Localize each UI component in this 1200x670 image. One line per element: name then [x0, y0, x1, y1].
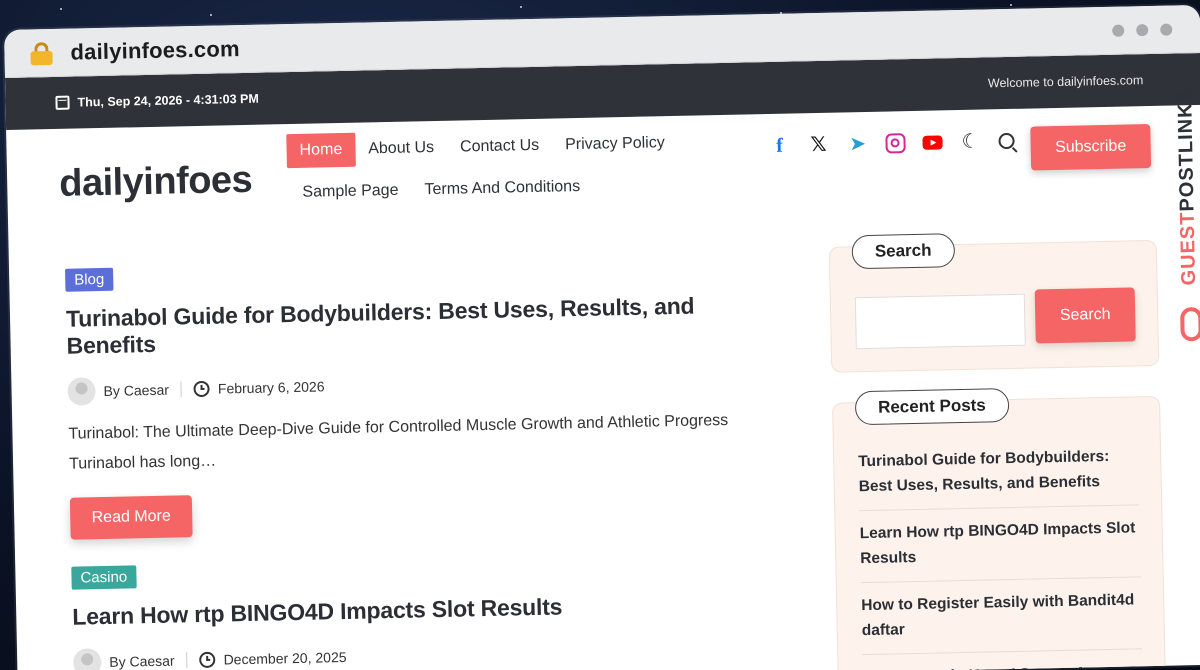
nav-contact-us[interactable]: Contact Us [447, 129, 553, 165]
recent-post-link[interactable]: Turinabol Guide for Bodybuilders: Best U… [857, 433, 1140, 512]
site-logo[interactable]: dailyinfoes [59, 159, 253, 206]
chain-link-icon [1180, 306, 1200, 342]
post-title[interactable]: Learn How rtp BINGO4D Impacts Slot Resul… [72, 589, 792, 631]
category-tag[interactable]: Casino [71, 565, 137, 590]
post-title[interactable]: Turinabol Guide for Bodybuilders: Best U… [66, 291, 787, 360]
x-icon[interactable]: 𝕏 [807, 134, 829, 156]
recent-post-link[interactable]: How to Register Easily with Bandit4d daf… [860, 577, 1143, 656]
category-tag[interactable]: Blog [65, 267, 114, 292]
divider [180, 381, 183, 398]
facebook-icon[interactable]: f [768, 135, 790, 157]
search-widget: Search Search [828, 233, 1160, 373]
lock-icon [30, 41, 53, 65]
window-dot-icon[interactable] [1136, 24, 1149, 37]
post-date[interactable]: December 20, 2025 [223, 649, 346, 668]
search-icon[interactable] [998, 132, 1015, 150]
divider [186, 652, 188, 669]
nav-sample-page[interactable]: Sample Page [289, 174, 412, 211]
watermark-part: POSTLINKS [1173, 87, 1199, 212]
post-author[interactable]: By Caesar [109, 653, 175, 670]
subscribe-button[interactable]: Subscribe [1030, 124, 1152, 171]
post-meta: By Caesar February 6, 2026 [67, 363, 787, 406]
window-dot-icon[interactable] [1112, 24, 1125, 37]
star [210, 14, 212, 16]
clock-icon [193, 380, 211, 398]
telegram-icon[interactable]: ➤ [846, 133, 868, 155]
recent-posts-widget: Recent Posts Turinabol Guide for Bodybui… [831, 388, 1167, 670]
clock-icon [199, 651, 216, 669]
excerpt-line: Turinabol has long… [68, 452, 217, 473]
recent-post-link[interactable]: Learn How rtp BINGO4D Impacts Slot Resul… [859, 505, 1141, 584]
post-excerpt: Turinabol: The Ultimate Deep-Dive Guide … [68, 405, 789, 480]
widget-title: Recent Posts [854, 388, 1010, 426]
star [60, 8, 62, 10]
post-author[interactable]: By Caesar [103, 382, 169, 399]
post-card: Blog Turinabol Guide for Bodybuilders: B… [65, 254, 791, 540]
nav-about-us[interactable]: About Us [355, 131, 448, 167]
watermark-text: GUESTPOSTLINKS [1173, 57, 1200, 317]
avatar [72, 648, 102, 670]
search-button[interactable]: Search [1034, 287, 1136, 344]
instagram-icon[interactable] [885, 133, 906, 154]
nav-home[interactable]: Home [286, 132, 356, 169]
avatar [67, 377, 96, 406]
guestpostlinks-watermark: GUESTPOSTLINKS [1167, 57, 1200, 358]
date-display: Thu, Sep 24, 2026 - 4:31:03 PM [55, 92, 259, 110]
post-date[interactable]: February 6, 2026 [218, 378, 325, 396]
sidebar: Search Search Recent Posts Turinabol Gui… [828, 233, 1167, 670]
window-dot-icon[interactable] [1160, 23, 1173, 36]
social-icons: f 𝕏 ➤ ☾ [768, 131, 1015, 157]
welcome-text: Welcome to dailyinfoes.com [987, 73, 1144, 91]
post-card: Casino Learn How rtp BINGO4D Impacts Slo… [71, 552, 793, 670]
widget-title: Search [851, 233, 955, 270]
watermark-part: GUEST [1176, 211, 1200, 286]
youtube-icon[interactable] [922, 135, 943, 150]
star [1010, 4, 1012, 6]
date-text: Thu, Sep 24, 2026 - 4:31:03 PM [77, 91, 259, 110]
moon-icon[interactable]: ☾ [959, 131, 981, 153]
calendar-icon [55, 95, 70, 110]
browser-window: dailyinfoes.com Thu, Sep 24, 2026 - 4:31… [4, 4, 1200, 670]
read-more-button[interactable]: Read More [69, 495, 193, 540]
search-input[interactable] [854, 293, 1026, 350]
star [520, 6, 522, 8]
main-nav: Home About Us Contact Us Privacy Policy … [286, 125, 727, 210]
post-meta: By Caesar December 20, 2025 [72, 634, 793, 670]
address-bar-url[interactable]: dailyinfoes.com [70, 36, 240, 66]
nav-privacy-policy[interactable]: Privacy Policy [552, 126, 678, 163]
main-content: Blog Turinabol Guide for Bodybuilders: B… [9, 225, 1200, 670]
excerpt-line: Turinabol: The Ultimate Deep-Dive Guide … [68, 411, 729, 443]
nav-terms-and-conditions[interactable]: Terms And Conditions [411, 170, 593, 208]
window-controls [1112, 23, 1173, 37]
